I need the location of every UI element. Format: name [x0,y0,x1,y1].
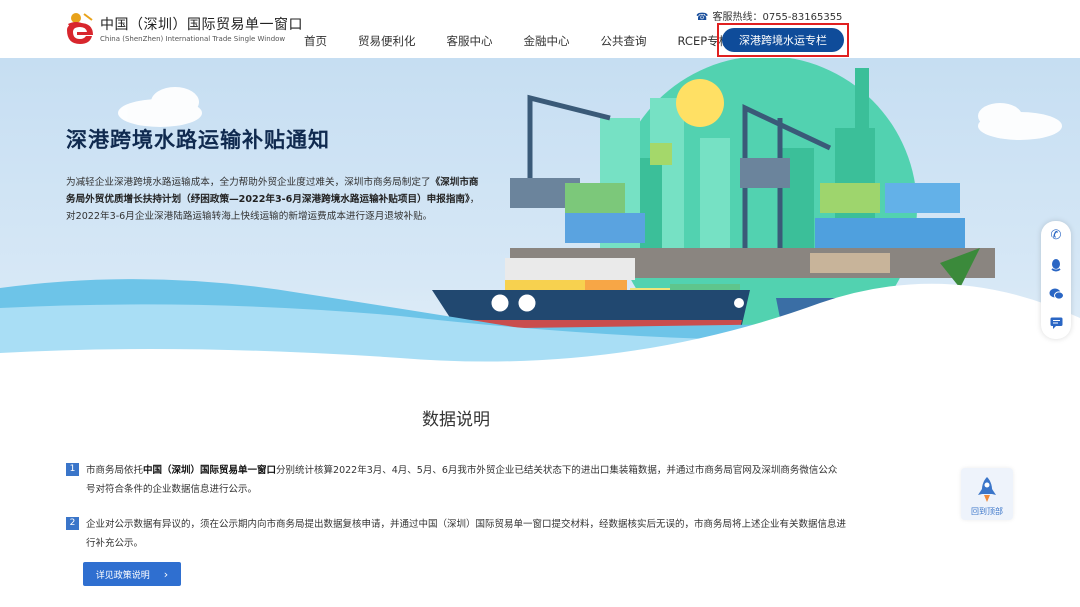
logo-english-text: China (ShenZhen) International Trade Sin… [100,35,286,43]
back-to-top-label: 回到顶部 [971,507,1003,516]
phone-icon[interactable]: ✆ [1041,221,1071,250]
chevron-right-icon: › [163,567,169,581]
site-logo[interactable]: 中国（深圳）国际贸易单一窗口 China (ShenZhen) Internat… [64,10,303,50]
sun [676,79,724,127]
nav-service-center[interactable]: 客服中心 [447,33,493,49]
cloud-right [978,103,1062,140]
hotline-text: 客服热线：0755-83165355 [712,12,843,23]
logo-mark-icon [67,13,93,44]
site-header: 中国（深圳）国际贸易单一窗口 China (ShenZhen) Internat… [0,0,1080,58]
hero-banner: 深港跨境水路运输补贴通知 为减轻企业深港跨境水路运输成本，全力帮助外贸企业度过难… [0,58,1080,383]
wechat-icon[interactable] [1041,279,1071,308]
data-item-1: 1 市商务局依托中国（深圳）国际贸易单一窗口分别统计核算2022年3月、4月、5… [66,461,846,499]
item-number: 2 [66,517,79,530]
nav-shenzhen-hk-waterway[interactable]: 深港跨境水运专栏 [722,28,844,52]
rocket-icon [978,477,996,502]
hero-title: 深港跨境水路运输补贴通知 [66,128,330,152]
item-1-pre: 市商务局依托 [86,465,144,476]
back-to-top-button[interactable]: 回到顶部 [961,468,1013,520]
main-nav: 首页 贸易便利化 客服中心 金融中心 公共查询 RCEP专栏 [304,30,730,52]
phone-icon: ☎ [696,12,709,23]
nav-public-query[interactable]: 公共查询 [601,33,647,49]
nav-home[interactable]: 首页 [304,33,327,49]
side-toolbar: ✆ [1041,221,1071,339]
message-icon[interactable] [1041,308,1071,337]
hero-desc-part-1: 为减轻企业深港跨境水路运输成本，全力帮助外贸企业度过难关，深圳市商务局制定了 [66,177,431,188]
policy-details-label: 详见政策说明 [95,570,150,581]
item-text: 企业对公示数据有异议的，须在公示期内向市商务局提出数据复核申请，并通过中国（深圳… [86,519,847,549]
data-section-title: 数据说明 [422,410,490,430]
logo-chinese-text: 中国（深圳）国际贸易单一窗口 [100,17,303,33]
data-item-2: 2 企业对公示数据有异议的，须在公示期内向市商务局提出数据复核申请，并通过中国（… [66,515,846,553]
hotline: ☎ 客服热线：0755-83165355 [696,8,842,23]
nav-trade-facilitation[interactable]: 贸易便利化 [358,33,416,49]
item-text: 市商务局依托中国（深圳）国际贸易单一窗口分别统计核算2022年3月、4月、5月、… [86,461,846,499]
policy-details-button[interactable]: 详见政策说明 › [83,562,181,586]
hero-description: 为减轻企业深港跨境水路运输成本，全力帮助外贸企业度过难关，深圳市商务局制定了《深… [66,174,484,225]
item-1-bold: 中国（深圳）国际贸易单一窗口 [143,465,277,476]
nav-finance-center[interactable]: 金融中心 [524,33,570,49]
cloud-left [118,87,202,127]
qq-icon[interactable] [1041,250,1071,279]
item-number: 1 [66,463,79,476]
